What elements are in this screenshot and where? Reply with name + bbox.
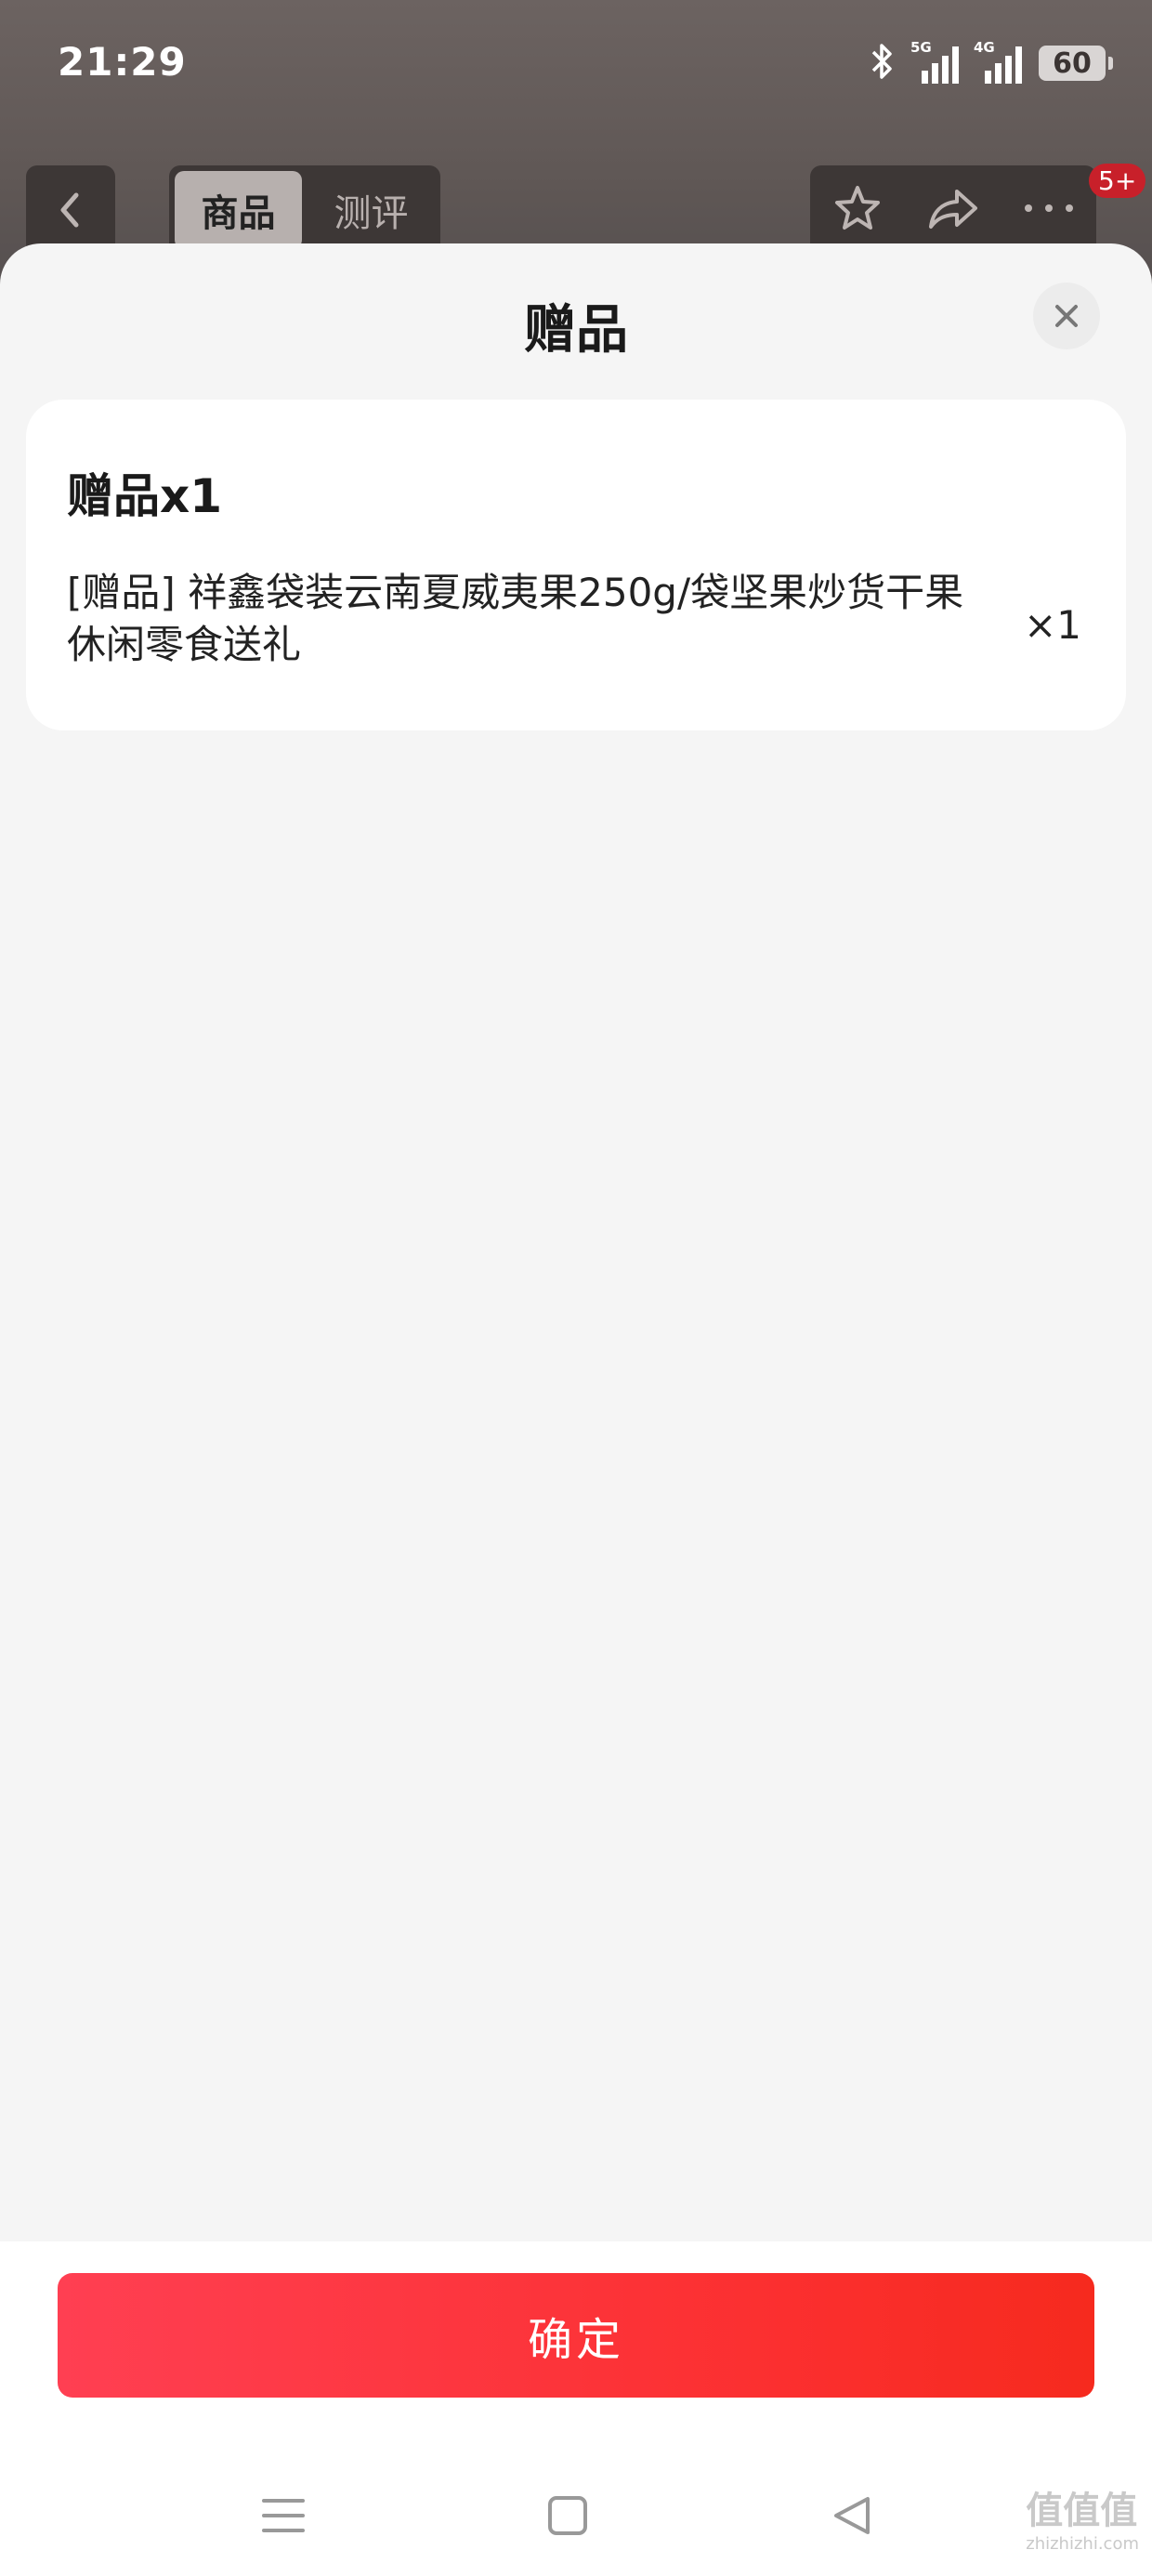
nav-tabs: 商品 测评 bbox=[169, 165, 440, 255]
system-navigation-bar bbox=[0, 2474, 1152, 2557]
status-bar: 21:29 5G 4G 60 bbox=[0, 0, 1152, 139]
confirm-button[interactable]: 确定 bbox=[58, 2273, 1094, 2398]
close-icon bbox=[1055, 305, 1078, 327]
gift-sheet: 赠品 赠品x1 [赠品] 祥鑫袋装云南夏威夷果250g/袋坚果炒货干果休闲零食送… bbox=[0, 243, 1152, 2576]
chevron-left-icon bbox=[60, 192, 79, 228]
menu-icon[interactable] bbox=[251, 2483, 316, 2548]
more-icon[interactable] bbox=[1023, 201, 1075, 219]
network-4g-label: 4G bbox=[974, 39, 995, 56]
sheet-footer: 确定 bbox=[0, 2241, 1152, 2576]
share-icon[interactable] bbox=[925, 182, 981, 238]
status-icons: 5G 4G 60 bbox=[870, 39, 1113, 85]
signal-5g-icon: 5G bbox=[910, 39, 959, 84]
sheet-title: 赠品 bbox=[524, 300, 628, 361]
gift-item-quantity: ×1 bbox=[1024, 602, 1081, 648]
nav-actions bbox=[810, 165, 1096, 255]
status-time: 21:29 bbox=[58, 39, 187, 85]
watermark-domain: zhizhizhi.com bbox=[1026, 2534, 1139, 2554]
bluetooth-icon bbox=[870, 41, 896, 85]
battery-icon: 60 bbox=[1039, 46, 1113, 81]
signal-4g-icon: 4G bbox=[974, 39, 1022, 84]
back-triangle-icon[interactable] bbox=[819, 2483, 884, 2548]
gift-header: 赠品x1 bbox=[67, 469, 223, 523]
tab-product[interactable]: 商品 bbox=[175, 171, 302, 249]
gift-item-name: [赠品] 祥鑫袋装云南夏威夷果250g/袋坚果炒货干果休闲零食送礼 bbox=[67, 570, 964, 667]
battery-level: 60 bbox=[1053, 46, 1092, 80]
close-button[interactable] bbox=[1033, 283, 1100, 349]
gift-card: 赠品x1 [赠品] 祥鑫袋装云南夏威夷果250g/袋坚果炒货干果休闲零食送礼 ×… bbox=[26, 400, 1126, 730]
back-button[interactable] bbox=[26, 165, 115, 255]
tab-review[interactable]: 测评 bbox=[308, 171, 435, 249]
watermark-logo: 值值值 bbox=[1026, 2490, 1138, 2532]
star-icon[interactable] bbox=[831, 182, 884, 238]
home-icon[interactable] bbox=[535, 2483, 600, 2548]
notification-badge: 5+ bbox=[1089, 164, 1146, 198]
watermark: 值值值 zhizhizhi.com bbox=[1026, 2480, 1139, 2554]
network-5g-label: 5G bbox=[910, 39, 932, 56]
